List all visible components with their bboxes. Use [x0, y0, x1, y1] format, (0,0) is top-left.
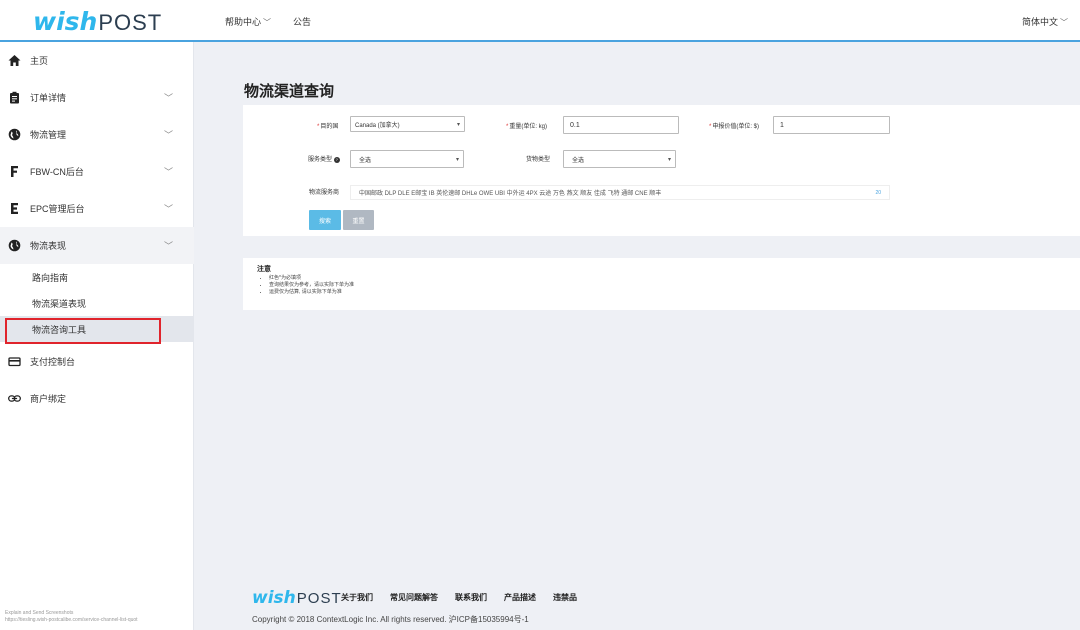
declared-value-label: *申报价值(单位: $) [709, 124, 760, 130]
link-icon [8, 392, 21, 405]
declared-value-input[interactable]: 1 [773, 116, 890, 134]
provider-label: 物流服务商 [309, 190, 340, 196]
service-type-label: 服务类型 ? [308, 154, 340, 163]
footer-link-faq[interactable]: 常见问题解答 [390, 592, 438, 603]
provider-multiselect[interactable]: 中国邮政 DLP DLE E邮宝 IB 英伦速邮 DHLe OWE UBI 中外… [350, 185, 890, 200]
globe-icon [8, 128, 21, 141]
destination-label: *目的国 [317, 124, 339, 130]
page-title: 物流渠道查询 [244, 83, 335, 100]
sidebar-item-epc[interactable]: EPC管理后台 ﹀ [0, 190, 194, 227]
highlight-annotation [5, 318, 161, 344]
destination-label-text: 目的国 [320, 124, 339, 130]
provider-count: 20 [875, 189, 881, 196]
credit-card-icon [8, 355, 21, 368]
footer-link-prohibited[interactable]: 违禁品 [553, 592, 577, 603]
logo-post-text: POST [296, 590, 342, 607]
question-circle-icon[interactable]: ? [333, 157, 340, 163]
language-label: 简体中文 [1021, 17, 1058, 27]
reset-button[interactable]: 重置 [343, 210, 374, 230]
chevron-down-icon: ﹀ [164, 130, 174, 140]
chevron-down-icon: ﹀ [263, 18, 272, 27]
clipboard-icon [8, 91, 21, 104]
goods-type-label: 货物类型 [526, 157, 551, 163]
logo-wish-text: wish [252, 588, 296, 608]
sidebar-item-merchant-binding[interactable]: 商户绑定 [0, 380, 194, 417]
logo-wish-text: wish [33, 7, 98, 36]
nav-help-center[interactable]: 帮助中心 ﹀ [225, 15, 271, 28]
caret-down-icon: ▾ [455, 156, 459, 163]
f-icon [8, 165, 21, 178]
home-icon [8, 54, 21, 67]
note-item: 红色*为必填项 [269, 275, 354, 282]
sidebar-item-home[interactable]: 主页 [0, 42, 194, 79]
footer-link-products[interactable]: 产品描述 [504, 592, 536, 603]
sidebar-item-label: 支付控制台 [30, 357, 76, 367]
watermark-line: Explain and Send Screenshots [5, 610, 74, 616]
language-selector[interactable]: 简体中文 ﹀ [1022, 15, 1068, 28]
sidebar-item-logistics-management[interactable]: 物流管理 ﹀ [0, 116, 194, 153]
note-item: 运费仅为估算, 请以实际下单为准 [269, 289, 354, 296]
sidebar-item-fbw-cn[interactable]: FBW-CN后台 ﹀ [0, 153, 194, 190]
chevron-down-icon: ﹀ [1060, 18, 1068, 27]
top-bar: wish POST 帮助中心 ﹀ 公告 简体中文 ﹀ [0, 0, 1080, 42]
sidebar-item-orders[interactable]: 订单详情 ﹀ [0, 79, 194, 116]
service-type-label-text: 服务类型 [308, 157, 333, 163]
provider-values: 中国邮政 DLP DLE E邮宝 IB 英伦速邮 DHLe OWE UBI 中外… [359, 191, 662, 197]
watermark-line: https://tiesling.wish-postcalibe.com/ser… [5, 617, 138, 623]
notes-card: 注意 红色*为必填项 查询结果仅为参考，请以实际下单为准 运费仅为估算, 请以实… [243, 258, 1080, 310]
chevron-down-icon: ﹀ [164, 167, 174, 177]
copyright: Copyright © 2018 ContextLogic Inc. All r… [252, 615, 529, 624]
destination-select[interactable]: Canada (加拿大) ▾ [350, 116, 465, 132]
sidebar-subitem-label: 物流渠道表现 [32, 298, 87, 309]
sidebar-subitem-route-guide[interactable]: 路向指南 [0, 264, 194, 290]
weight-label: *重量(单位: kg) [506, 124, 548, 130]
weight-input[interactable]: 0.1 [563, 116, 679, 134]
query-form: *目的国 Canada (加拿大) ▾ *重量(单位: kg) 0.1 *申报价… [243, 105, 1080, 236]
goods-type-value: 全选 [572, 157, 585, 164]
footer-link-contact[interactable]: 联系我们 [455, 592, 487, 603]
sidebar-item-label: 订单详情 [30, 93, 67, 103]
chevron-down-icon: ﹀ [164, 241, 174, 251]
weight-label-text: 重量(单位: kg) [509, 124, 548, 130]
note-item: 查询结果仅为参考，请以实际下单为准 [269, 282, 354, 289]
goods-type-select[interactable]: 全选 ▾ [563, 150, 676, 168]
footer-link-about[interactable]: 关于我们 [341, 592, 373, 603]
search-button[interactable]: 搜索 [309, 210, 341, 230]
notes-title: 注意 [257, 266, 271, 273]
service-type-select[interactable]: 全选 ▾ [350, 150, 464, 168]
service-type-value: 全选 [359, 157, 372, 164]
chevron-down-icon: ﹀ [164, 93, 174, 103]
notes-list: 红色*为必填项 查询结果仅为参考，请以实际下单为准 运费仅为估算, 请以实际下单… [269, 275, 354, 296]
nav-notice[interactable]: 公告 [293, 15, 311, 28]
sidebar-item-logistics-performance[interactable]: 物流表现 ﹀ [0, 227, 194, 264]
sidebar-item-label: 物流管理 [30, 130, 67, 140]
sidebar-item-label: 物流表现 [30, 241, 67, 251]
chevron-down-icon: ﹀ [164, 204, 174, 214]
sidebar-item-label: 主页 [30, 56, 49, 66]
sidebar-subitem-label: 路向指南 [32, 272, 69, 283]
sidebar-item-label: EPC管理后台 [30, 204, 85, 214]
globe-icon [8, 239, 21, 252]
nav-help-center-label: 帮助中心 [225, 17, 262, 27]
logo-post-text: POST [98, 10, 163, 35]
sidebar-item-label: FBW-CN后台 [30, 167, 84, 177]
footer-logo[interactable]: wish POST [252, 588, 342, 608]
caret-down-icon: ▾ [456, 121, 460, 128]
caret-down-icon: ▾ [667, 156, 671, 163]
destination-value: Canada (加拿大) [355, 122, 400, 129]
screenshot-watermark: Explain and Send Screenshots https://tie… [5, 610, 138, 624]
e-icon [8, 202, 21, 215]
sidebar-subitem-channel-performance[interactable]: 物流渠道表现 [0, 290, 194, 316]
footer-links: 关于我们 常见问题解答 联系我们 产品描述 违禁品 [341, 592, 577, 603]
wishpost-logo[interactable]: wish POST [33, 7, 163, 36]
sidebar-item-payment[interactable]: 支付控制台 [0, 343, 194, 380]
declared-value-label-text: 申报价值(单位: $) [712, 124, 760, 130]
sidebar-item-label: 商户绑定 [30, 394, 67, 404]
